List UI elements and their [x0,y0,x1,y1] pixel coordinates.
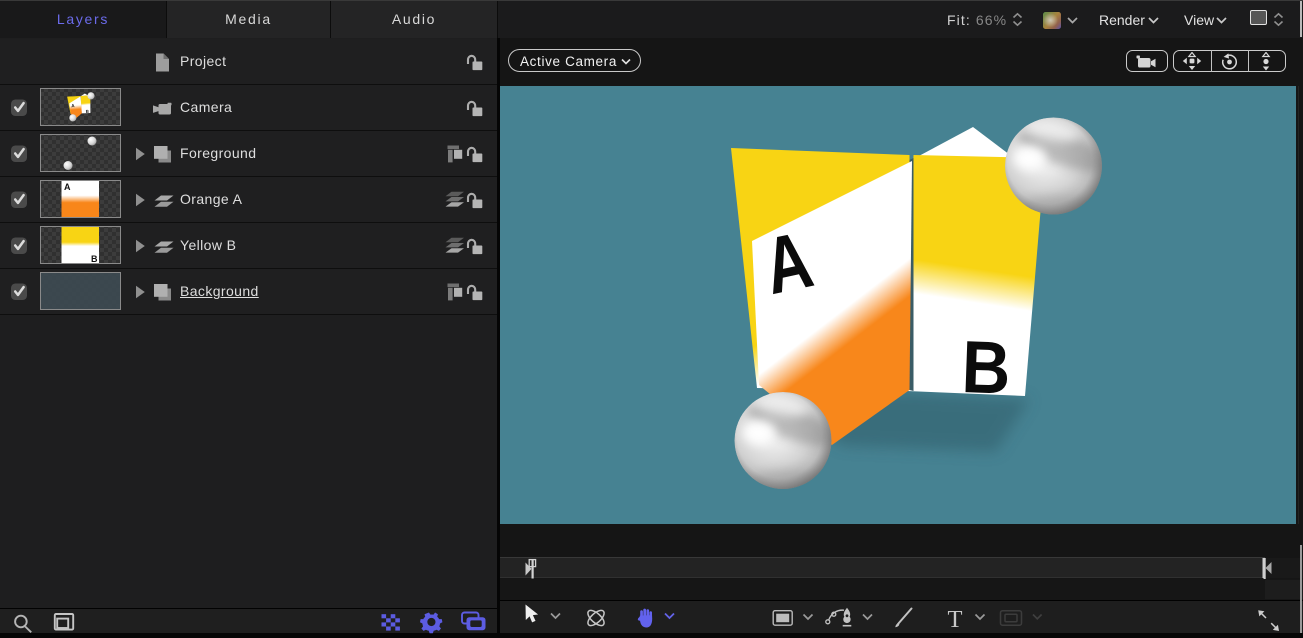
svg-text:A: A [64,182,71,192]
svg-text:T: T [948,606,963,633]
svg-text:B: B [91,254,98,264]
svg-text:B: B [960,325,1011,409]
svg-text:B: B [86,109,90,114]
